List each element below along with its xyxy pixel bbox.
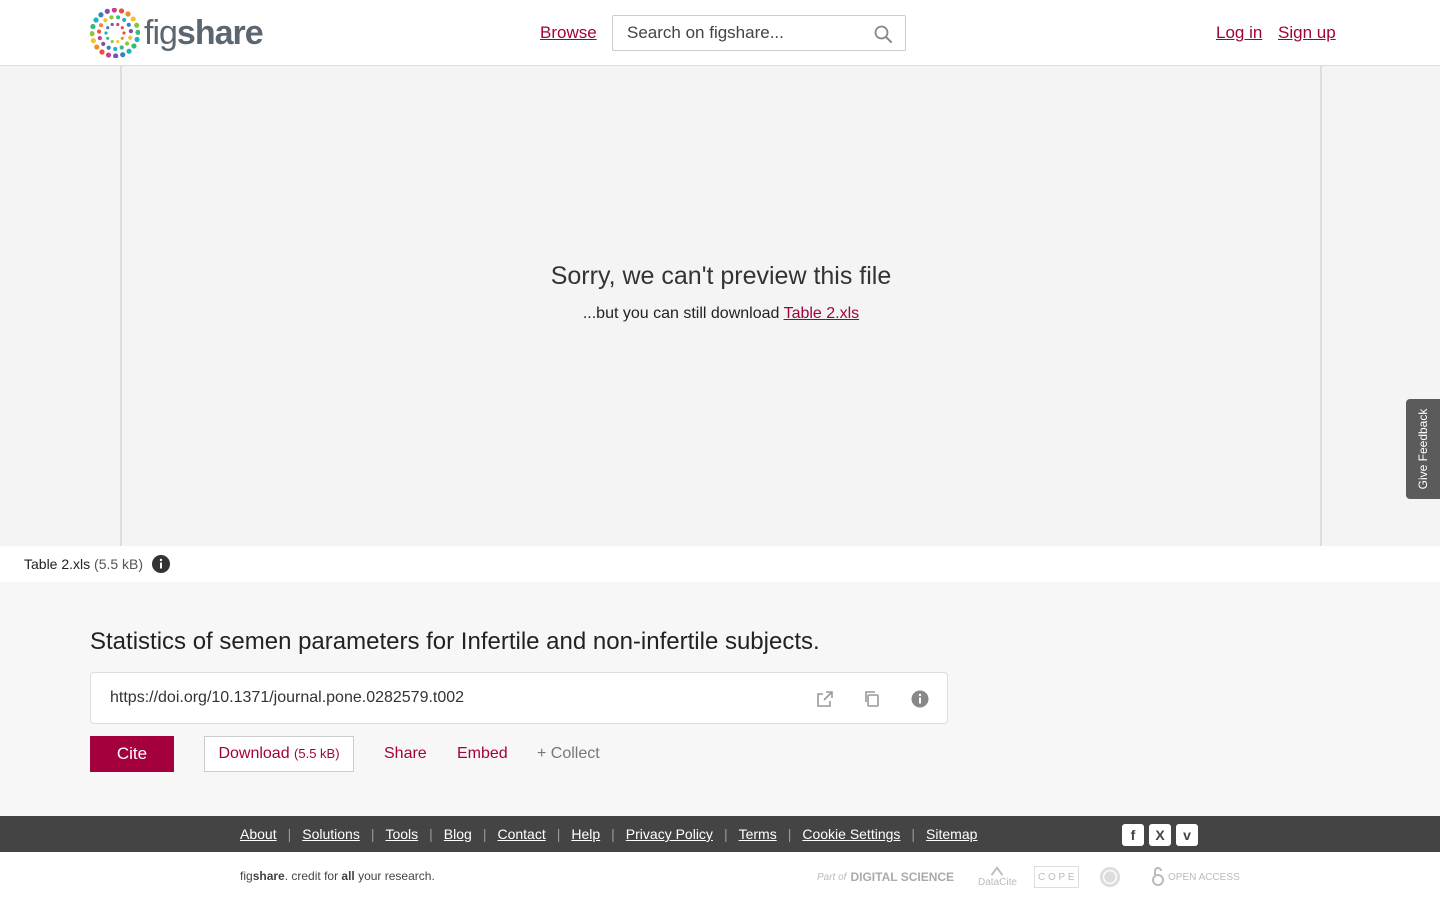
footer-link-contact[interactable]: Contact	[497, 826, 545, 842]
search-box	[612, 15, 906, 51]
cope-logo[interactable]: C O P E	[1034, 866, 1079, 888]
cite-button[interactable]: Cite	[90, 736, 174, 772]
site-header: figshare Browse Log in Sign up	[0, 0, 1440, 66]
open-access-logo[interactable]: OPEN ACCESS	[1150, 866, 1240, 888]
item-title: Statistics of semen parameters for Infer…	[90, 628, 820, 655]
footer-nav: About | Solutions | Tools | Blog | Contact | Help |…	[0, 816, 1440, 852]
footer-tagline: figshare. credit for all your research.	[240, 869, 435, 883]
login-link[interactable]: Log in	[1216, 23, 1262, 43]
share-button[interactable]: Share	[384, 745, 427, 763]
footer-link-tools[interactable]: Tools	[385, 826, 418, 842]
x-twitter-icon[interactable]: X	[1149, 824, 1171, 846]
file-preview-panel: Sorry, we can't preview this file ...but…	[120, 66, 1322, 546]
item-details: Statistics of semen parameters for Infer…	[0, 582, 1440, 816]
figshare-logo-icon	[90, 8, 140, 58]
footer-separator: |	[787, 826, 792, 842]
signup-link[interactable]: Sign up	[1278, 23, 1336, 43]
doi-url[interactable]: https://doi.org/10.1371/journal.pone.028…	[110, 689, 464, 707]
embed-button[interactable]: Embed	[457, 745, 508, 763]
collect-button[interactable]: + Collect	[537, 745, 600, 763]
doi-box: https://doi.org/10.1371/journal.pone.028…	[90, 672, 948, 724]
footer-separator: |	[556, 826, 561, 842]
footer-separator: |	[287, 826, 292, 842]
preview-unavailable-subtitle: ...but you can still download Table 2.xl…	[582, 305, 860, 322]
download-file-link[interactable]: Table 2.xls	[784, 305, 860, 322]
search-input[interactable]	[613, 16, 863, 50]
facebook-icon[interactable]: f	[1122, 824, 1144, 846]
info-icon[interactable]	[152, 555, 170, 573]
footer-separator: |	[429, 826, 433, 842]
external-link-icon[interactable]	[815, 689, 835, 709]
footer-separator: |	[611, 826, 615, 842]
footer-separator: |	[723, 826, 728, 842]
open-access-icon	[1152, 867, 1164, 886]
footer-link-terms[interactable]: Terms	[739, 826, 777, 842]
footer-link-help[interactable]: Help	[571, 826, 600, 842]
file-size: (5.5 kB)	[94, 556, 144, 572]
vimeo-icon[interactable]: v	[1176, 824, 1198, 846]
footer-separator: |	[482, 826, 487, 842]
digital-science-logo[interactable]: Part of DIGITAL SCIENCE	[817, 866, 954, 888]
footer-link-privacy-policy[interactable]: Privacy Policy	[626, 826, 713, 842]
footer-link-sitemap[interactable]: Sitemap	[926, 826, 977, 842]
footer-separator: |	[911, 826, 916, 842]
give-feedback-tab[interactable]: Give Feedback	[1406, 399, 1440, 499]
footer-links: About | Solutions | Tools | Blog | Contact | Help |…	[240, 826, 977, 842]
footer-link-about[interactable]: About	[240, 826, 277, 842]
figshare-logo[interactable]: figshare	[90, 8, 264, 58]
search-icon[interactable]	[873, 24, 893, 44]
download-button[interactable]: Download (5.5 kB)	[204, 736, 354, 772]
footer-link-blog[interactable]: Blog	[444, 826, 472, 842]
browse-link[interactable]: Browse	[540, 23, 597, 43]
file-name: Table 2.xls (5.5 kB)	[24, 556, 144, 572]
copy-icon[interactable]	[862, 689, 882, 709]
preview-unavailable-title: Sorry, we can't preview this file	[550, 262, 892, 290]
footer-link-cookie-settings[interactable]: Cookie Settings	[802, 826, 900, 842]
datacite-logo[interactable]: DataCite	[978, 866, 1017, 888]
footer-bottom: figshare. credit for all your research. …	[0, 852, 1440, 900]
membership-seal-icon[interactable]	[1098, 866, 1122, 888]
footer-separator: |	[370, 826, 375, 842]
footer-link-solutions[interactable]: Solutions	[302, 826, 360, 842]
datacite-icon	[991, 866, 1004, 876]
file-info-bar: Table 2.xls (5.5 kB)	[0, 546, 1440, 582]
doi-info-icon[interactable]	[910, 689, 930, 709]
